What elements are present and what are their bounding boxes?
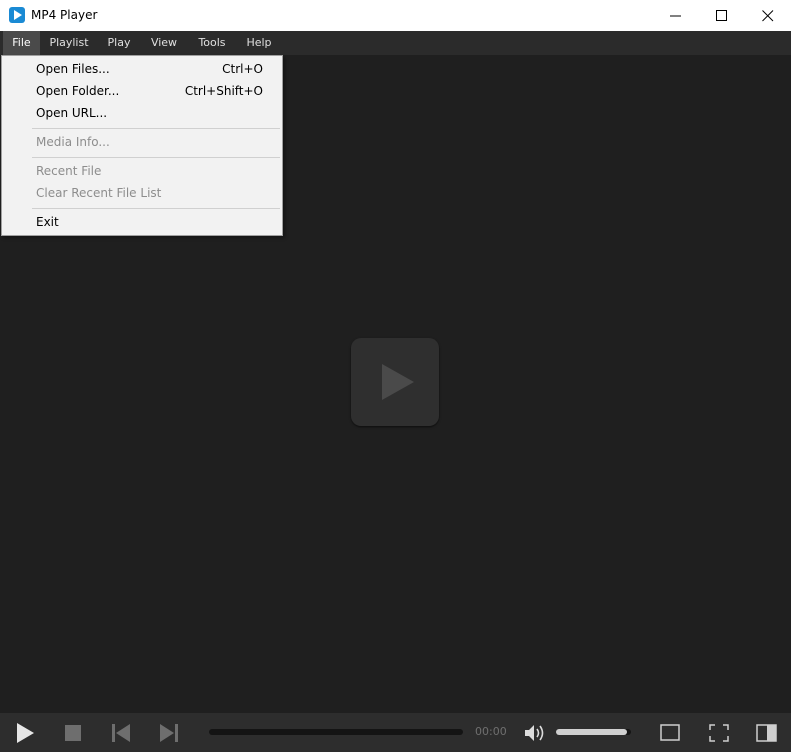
menu-view[interactable]: View [145, 31, 183, 55]
menu-playlist[interactable]: Playlist [44, 31, 94, 55]
play-button[interactable] [13, 721, 37, 745]
menu-separator [32, 157, 280, 158]
time-display: 00:00 [475, 725, 507, 738]
mute-button[interactable] [524, 723, 546, 743]
stop-button[interactable] [64, 724, 82, 742]
seek-slider[interactable] [209, 729, 463, 735]
window-mode-icon [660, 724, 680, 741]
maximize-button[interactable] [699, 0, 745, 31]
menu-item-label: Open URL... [36, 106, 108, 120]
next-button[interactable] [159, 723, 179, 743]
play-icon [17, 723, 34, 743]
app-icon [9, 7, 25, 23]
menu-item-recent-file: Recent File [2, 160, 282, 182]
volume-level [556, 729, 628, 735]
minimize-button[interactable] [653, 0, 699, 31]
menu-separator [32, 208, 280, 209]
stop-icon [65, 725, 81, 741]
previous-icon [112, 724, 130, 742]
menu-item-media-info: Media Info... [2, 131, 282, 153]
menu-item-label: Recent File [36, 164, 102, 178]
menu-item-label: Clear Recent File List [36, 186, 162, 200]
menu-item-open-folder[interactable]: Open Folder... Ctrl+Shift+O [2, 80, 282, 102]
title-bar: MP4 Player [0, 0, 791, 31]
fullscreen-button[interactable] [709, 724, 729, 742]
close-icon [762, 10, 774, 22]
menu-item-label: Open Files... [36, 62, 110, 76]
next-icon [160, 724, 178, 742]
menu-item-shortcut: Ctrl+O [222, 62, 263, 76]
big-play-button[interactable] [351, 338, 439, 426]
menu-item-open-url[interactable]: Open URL... [2, 102, 282, 124]
menu-play[interactable]: Play [101, 31, 137, 55]
menu-item-shortcut: Ctrl+Shift+O [184, 84, 263, 98]
menu-tools[interactable]: Tools [191, 31, 233, 55]
maximize-icon [716, 10, 727, 21]
volume-slider[interactable] [556, 729, 631, 735]
control-bar: 00:00 [0, 713, 791, 752]
window-mode-button[interactable] [660, 724, 680, 741]
volume-icon [525, 725, 544, 741]
playlist-toggle-icon [756, 724, 777, 742]
menu-help[interactable]: Help [240, 31, 278, 55]
menu-separator [32, 128, 280, 129]
close-button[interactable] [745, 0, 791, 31]
menu-item-label: Exit [36, 215, 59, 229]
menu-file[interactable]: File [3, 31, 40, 55]
menu-item-label: Open Folder... [36, 84, 120, 98]
menu-item-label: Media Info... [36, 135, 110, 149]
file-menu-dropdown: Open Files... Ctrl+O Open Folder... Ctrl… [1, 55, 283, 236]
menu-item-open-files[interactable]: Open Files... Ctrl+O [2, 58, 282, 80]
menu-bar: File Playlist Play View Tools Help [0, 31, 791, 55]
previous-button[interactable] [111, 723, 131, 743]
playlist-toggle-button[interactable] [756, 724, 777, 742]
menu-item-clear-recent: Clear Recent File List [2, 182, 282, 204]
window-title: MP4 Player [31, 8, 98, 22]
fullscreen-icon [709, 724, 729, 742]
menu-item-exit[interactable]: Exit [2, 211, 282, 233]
minimize-icon [670, 15, 681, 17]
play-icon [382, 364, 414, 400]
